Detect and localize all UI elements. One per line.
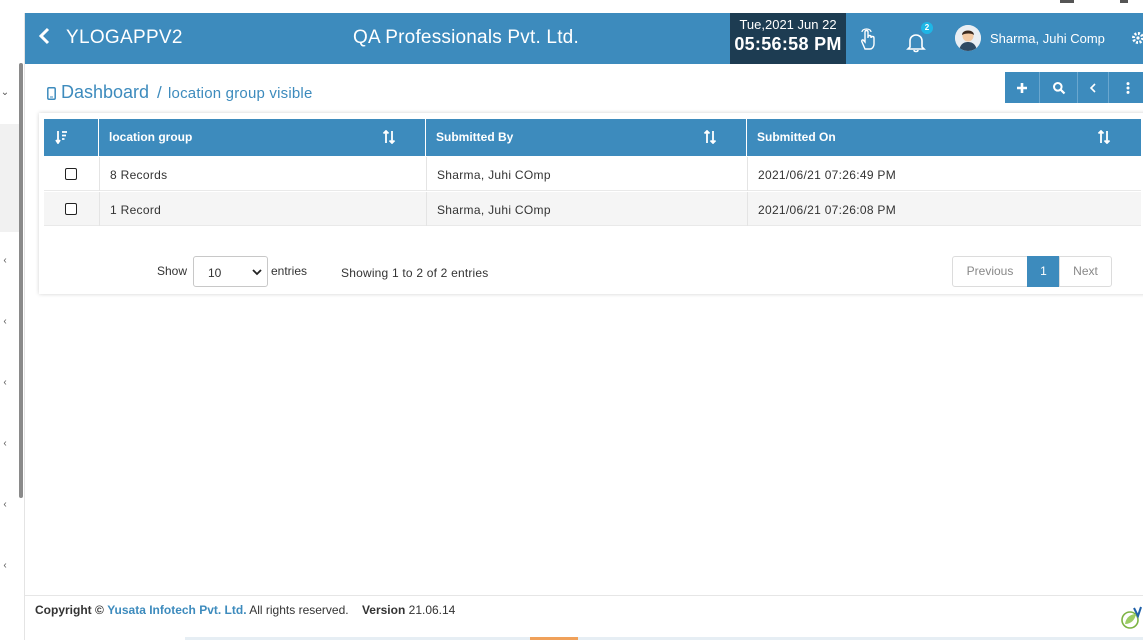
copyright-label: Copyright © <box>35 603 104 617</box>
collapse-button[interactable] <box>1078 72 1109 103</box>
clock-date: Tue,2021 Jun 22 <box>739 17 837 32</box>
app-header: YLOGAPPV2 QA Professionals Pvt. Ltd. Tue… <box>25 13 1143 64</box>
search-button[interactable] <box>1040 72 1078 103</box>
entries-label: entries <box>271 264 308 278</box>
sidebar: ⌄ ‹ ‹ ‹ ‹ ‹ ‹ <box>0 13 25 640</box>
sidebar-chevron-icon[interactable]: ‹ <box>0 316 10 327</box>
ellipsis-vertical-icon <box>1126 81 1130 94</box>
page-size-select[interactable]: 10 <box>193 256 268 287</box>
back-button[interactable] <box>37 26 55 50</box>
sort-icon <box>703 130 717 144</box>
cell-submitted-by: Sharma, Juhi COmp <box>426 157 747 191</box>
version-number: 21.06.14 <box>408 603 456 617</box>
cell-submitted-on: 2021/06/21 07:26:08 PM <box>747 192 1141 226</box>
chevron-left-icon <box>1089 82 1096 93</box>
sidebar-chevron-down-icon[interactable]: ⌄ <box>0 87 10 98</box>
copyright-text: Copyright © Yusata Infotech Pvt. Ltd. Al… <box>35 603 455 617</box>
cell-text: Sharma, Juhi COmp <box>437 203 551 217</box>
table-header: location group Submitted By Submitted On <box>44 119 1141 156</box>
more-button[interactable] <box>1109 72 1143 103</box>
plus-icon <box>1017 82 1027 93</box>
column-header-submitted-on[interactable]: Submitted On <box>747 119 1141 156</box>
clock-time: 05:56:58 PM <box>734 34 842 54</box>
page-footer: Copyright © Yusata Infotech Pvt. Ltd. Al… <box>25 595 1143 640</box>
sidebar-scrollbar[interactable] <box>19 63 23 498</box>
cell-text: 8 Records <box>110 168 168 182</box>
add-button[interactable] <box>1005 72 1040 103</box>
column-header-label: location group <box>109 130 193 144</box>
app-page: ⌄ ‹ ‹ ‹ ‹ ‹ ‹ YLOGAPPV2 QA Professionals… <box>0 0 1143 640</box>
cell-location-group: 1 Record <box>99 192 426 226</box>
sidebar-chevron-icon[interactable]: ‹ <box>0 255 10 266</box>
user-name[interactable]: Sharma, Juhi Comp <box>990 31 1105 46</box>
breadcrumb-dashboard-link[interactable]: Dashboard <box>61 82 149 103</box>
page-size-value: 10 <box>208 266 222 280</box>
hand-pointer-icon[interactable] <box>858 27 878 51</box>
sort-icon <box>1097 130 1111 144</box>
cell-text: Sharma, Juhi COmp <box>437 168 551 182</box>
chevron-left-icon <box>38 27 50 45</box>
page-1-button[interactable]: 1 <box>1027 256 1060 287</box>
breadcrumb-separator: / <box>157 83 162 102</box>
table-row[interactable]: 1 Record Sharma, Juhi COmp 2021/06/21 07… <box>44 192 1141 226</box>
table-row[interactable]: 8 Records Sharma, Juhi COmp 2021/06/21 0… <box>44 157 1141 191</box>
version-label: Version <box>361 603 406 617</box>
gear-icon[interactable] <box>1131 31 1143 45</box>
cell-location-group: 8 Records <box>99 157 426 191</box>
company-link[interactable]: Yusata Infotech Pvt. Ltd. <box>107 603 246 617</box>
column-header-location-group[interactable]: location group <box>99 119 426 156</box>
column-header-label: Submitted On <box>757 130 836 144</box>
cell-submitted-on: 2021/06/21 07:26:49 PM <box>747 157 1141 191</box>
breadcrumb-current-page: location group visible <box>168 85 313 102</box>
rights-text: All rights reserved. <box>249 603 349 617</box>
window-control-close[interactable] <box>1120 0 1128 3</box>
row-select-cell <box>44 157 99 191</box>
sidebar-chevron-icon[interactable]: ‹ <box>0 499 10 510</box>
mobile-icon <box>47 87 56 100</box>
show-label: Show <box>157 264 188 278</box>
app-name: YLOGAPPV2 <box>66 27 183 48</box>
top-strip <box>0 0 1143 13</box>
next-page-button[interactable]: Next <box>1059 256 1112 287</box>
row-select-cell <box>44 192 99 226</box>
row-checkbox[interactable] <box>65 203 77 215</box>
row-checkbox[interactable] <box>65 168 77 180</box>
sort-icon <box>382 130 396 144</box>
sort-icon <box>55 131 67 144</box>
sidebar-chevron-icon[interactable]: ‹ <box>0 438 10 449</box>
sidebar-selected-item[interactable] <box>0 124 20 232</box>
cell-submitted-by: Sharma, Juhi COmp <box>426 192 747 226</box>
search-icon <box>1052 81 1065 94</box>
select-column-header[interactable] <box>44 119 99 156</box>
bell-icon[interactable] <box>905 31 927 53</box>
table-info: Showing 1 to 2 of 2 entries <box>341 266 489 280</box>
clock-panel: Tue,2021 Jun 22 05:56:58 PM <box>730 13 846 64</box>
cell-text: 2021/06/21 07:26:08 PM <box>758 203 897 217</box>
sidebar-chevron-icon[interactable]: ‹ <box>0 377 10 388</box>
cell-text: 1 Record <box>110 203 162 217</box>
chevron-down-icon <box>252 269 262 276</box>
column-header-submitted-by[interactable]: Submitted By <box>426 119 747 156</box>
notification-badge: 2 <box>921 22 933 34</box>
leaf-logo-icon <box>1121 606 1142 629</box>
column-header-label: Submitted By <box>436 130 514 144</box>
window-control-minimize[interactable] <box>1060 0 1074 3</box>
avatar[interactable] <box>955 25 981 51</box>
previous-page-button[interactable]: Previous <box>952 256 1028 287</box>
sidebar-chevron-icon[interactable]: ‹ <box>0 560 10 571</box>
company-name: QA Professionals Pvt. Ltd. <box>353 27 579 48</box>
cell-text: 2021/06/21 07:26:49 PM <box>758 168 897 182</box>
